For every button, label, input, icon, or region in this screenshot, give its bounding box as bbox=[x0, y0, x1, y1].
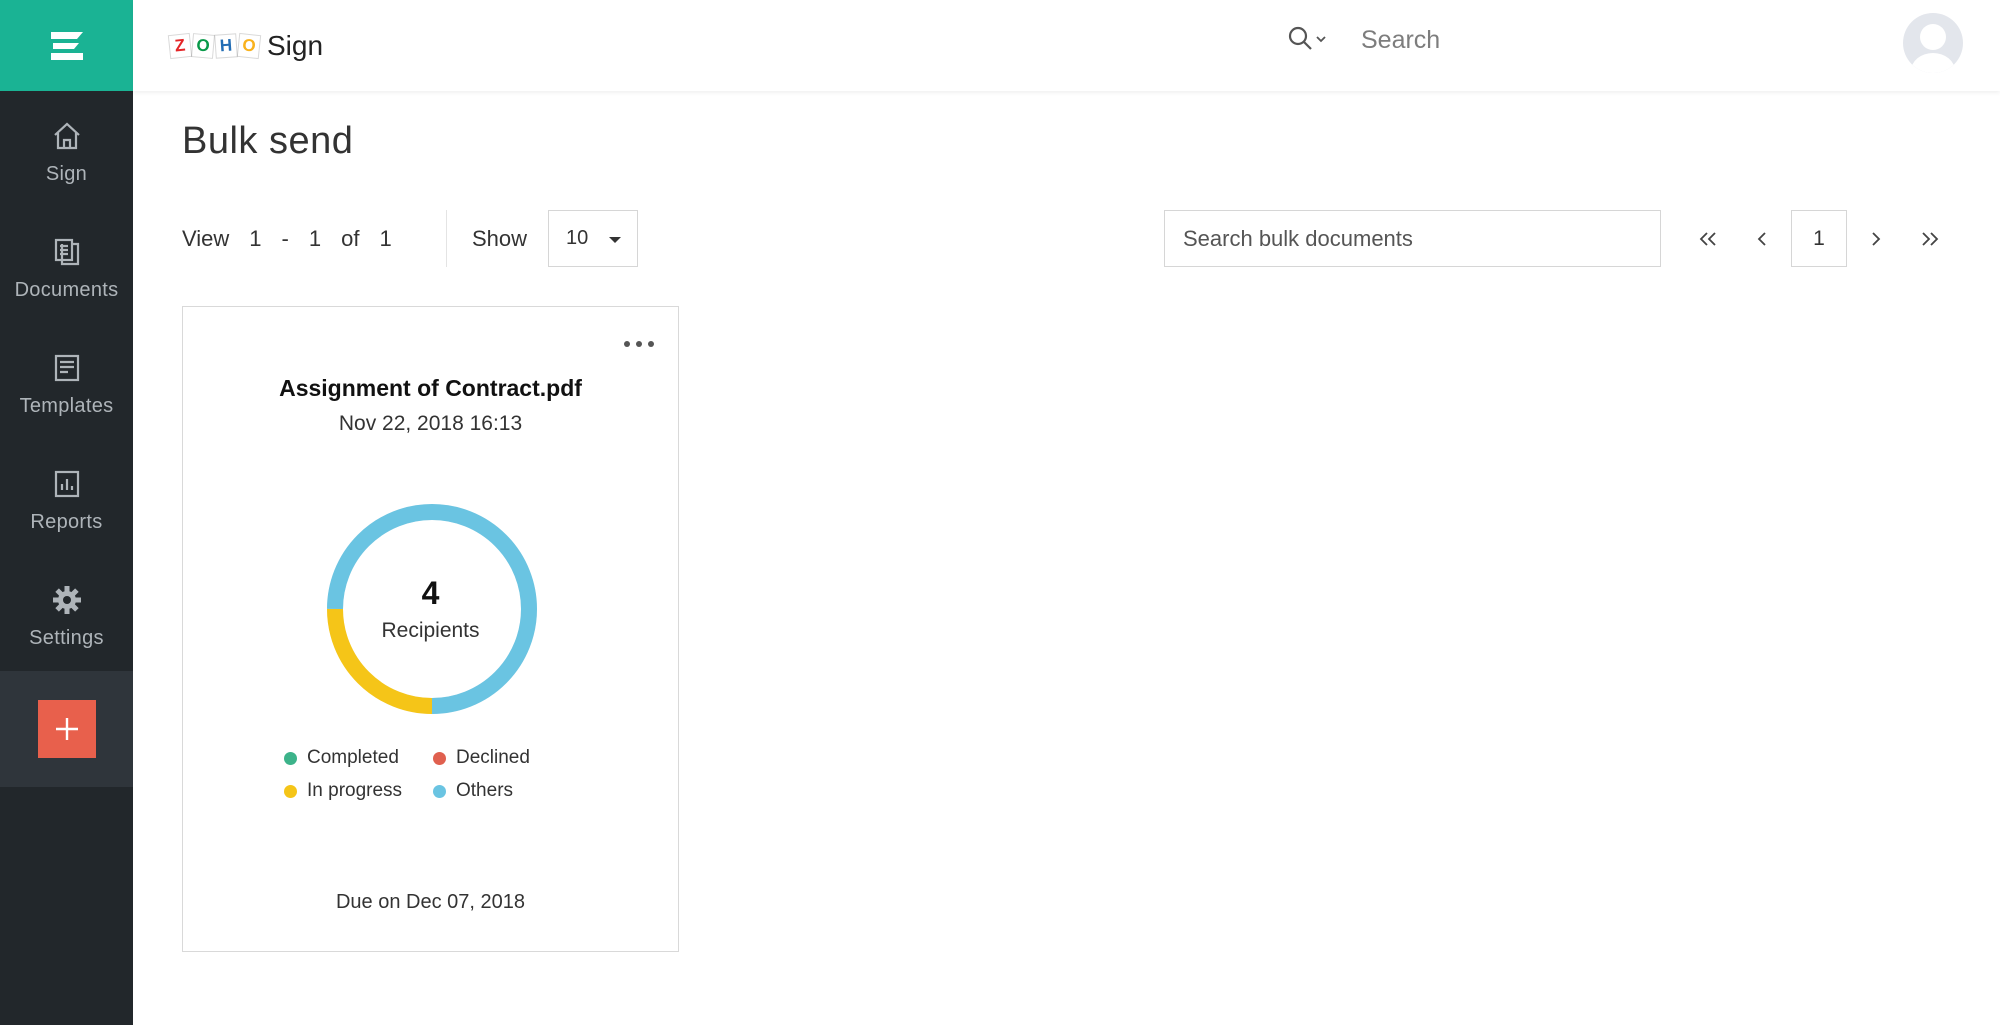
logo-letter: O bbox=[190, 33, 216, 59]
sidebar-item-label: Documents bbox=[14, 278, 119, 301]
templates-icon bbox=[50, 351, 84, 385]
legend-others: Others bbox=[433, 780, 513, 802]
legend-label: In progress bbox=[307, 780, 403, 801]
due-date: Due on Dec 07, 2018 bbox=[335, 891, 526, 913]
bulk-search-input[interactable] bbox=[1164, 210, 1661, 267]
legend-dot bbox=[433, 751, 446, 765]
product-name: Sign bbox=[267, 30, 324, 61]
plus-icon bbox=[55, 718, 78, 740]
legend-completed: Completed bbox=[284, 747, 399, 769]
legend-label: Others bbox=[456, 780, 514, 801]
sidebar-item-documents[interactable]: Documents bbox=[0, 210, 133, 326]
zoho-sign-logo[interactable]: Z O H O Sign bbox=[167, 30, 324, 62]
sidebar-item-sign[interactable]: Sign bbox=[0, 94, 133, 210]
sidebar-item-reports[interactable]: Reports bbox=[0, 442, 133, 558]
total-count: 1 bbox=[379, 226, 392, 251]
first-page-button[interactable] bbox=[1686, 210, 1730, 267]
avatar[interactable] bbox=[1903, 13, 1963, 73]
new-document-button[interactable] bbox=[37, 700, 96, 758]
global-search-input[interactable] bbox=[1361, 18, 1701, 62]
legend-label: Declined bbox=[456, 747, 530, 768]
user-avatar-icon bbox=[1911, 24, 1955, 73]
show-label: Show bbox=[472, 226, 528, 251]
legend-dot bbox=[284, 751, 297, 765]
next-page-button[interactable] bbox=[1854, 210, 1898, 267]
page-title: Bulk send bbox=[182, 120, 354, 162]
double-chevron-left-icon bbox=[1699, 231, 1716, 246]
recipients-label: Recipients bbox=[381, 619, 480, 642]
chevron-right-icon bbox=[1872, 231, 1881, 246]
toolbar-divider bbox=[446, 210, 447, 267]
new-document-zone bbox=[0, 671, 133, 787]
logo-letter: Z bbox=[167, 32, 193, 60]
search-icon bbox=[1288, 26, 1312, 50]
logo-letter: H bbox=[214, 33, 238, 59]
sidebar-item-label: Sign bbox=[45, 162, 88, 185]
sidebar-item-label: Settings bbox=[29, 626, 104, 649]
last-page-button[interactable] bbox=[1908, 210, 1952, 267]
bulk-toolbar: View 1 - 1 of 1 Show 10 1 bbox=[182, 210, 1952, 267]
document-date: Nov 22, 2018 16:13 bbox=[338, 412, 523, 435]
view-label: View bbox=[182, 226, 230, 251]
legend-declined: Declined bbox=[433, 747, 530, 769]
page-size-select[interactable]: 10 bbox=[548, 210, 638, 267]
current-page-box[interactable]: 1 bbox=[1791, 210, 1847, 267]
of-label: of bbox=[341, 226, 360, 251]
documents-icon bbox=[50, 235, 84, 269]
top-header: Z O H O Sign bbox=[133, 0, 2000, 91]
reports-icon bbox=[50, 467, 84, 501]
more-options-icon[interactable] bbox=[624, 337, 654, 351]
sidebar-item-label: Reports bbox=[30, 510, 103, 533]
current-page: 1 bbox=[1813, 226, 1825, 250]
legend-dot bbox=[284, 784, 297, 798]
page-size-value: 10 bbox=[566, 227, 589, 249]
brand-logo[interactable] bbox=[0, 0, 133, 91]
search-scope-toggle[interactable] bbox=[1287, 24, 1331, 54]
home-icon bbox=[50, 119, 84, 153]
bulk-document-card[interactable]: Assignment of Contract.pdf Nov 22, 2018 … bbox=[182, 306, 679, 952]
view-range: View 1 - 1 of 1 bbox=[182, 226, 392, 252]
zoho-sign-logo-icon bbox=[50, 31, 83, 60]
legend-label: Completed bbox=[307, 747, 399, 768]
recipients-count: 4 bbox=[421, 575, 440, 611]
sidebar-item-templates[interactable]: Templates bbox=[0, 326, 133, 442]
legend-in-progress: In progress bbox=[284, 780, 402, 802]
chevron-down-icon bbox=[1316, 36, 1326, 43]
range-end: 1 bbox=[308, 226, 322, 251]
logo-letter: O bbox=[236, 32, 262, 60]
chevron-left-icon bbox=[1757, 231, 1766, 246]
previous-page-button[interactable] bbox=[1740, 210, 1784, 267]
range-start: 1 bbox=[249, 226, 262, 251]
sidebar-item-settings[interactable]: Settings bbox=[0, 558, 133, 674]
caret-down-icon bbox=[609, 237, 621, 243]
double-chevron-right-icon bbox=[1922, 231, 1939, 246]
sidebar: Sign Documents Templates Reports Setting… bbox=[0, 0, 133, 1025]
gear-icon bbox=[50, 583, 84, 617]
legend-dot bbox=[433, 784, 446, 798]
range-separator: - bbox=[281, 226, 289, 251]
sidebar-item-label: Templates bbox=[19, 394, 114, 417]
document-title: Assignment of Contract.pdf bbox=[279, 375, 582, 401]
